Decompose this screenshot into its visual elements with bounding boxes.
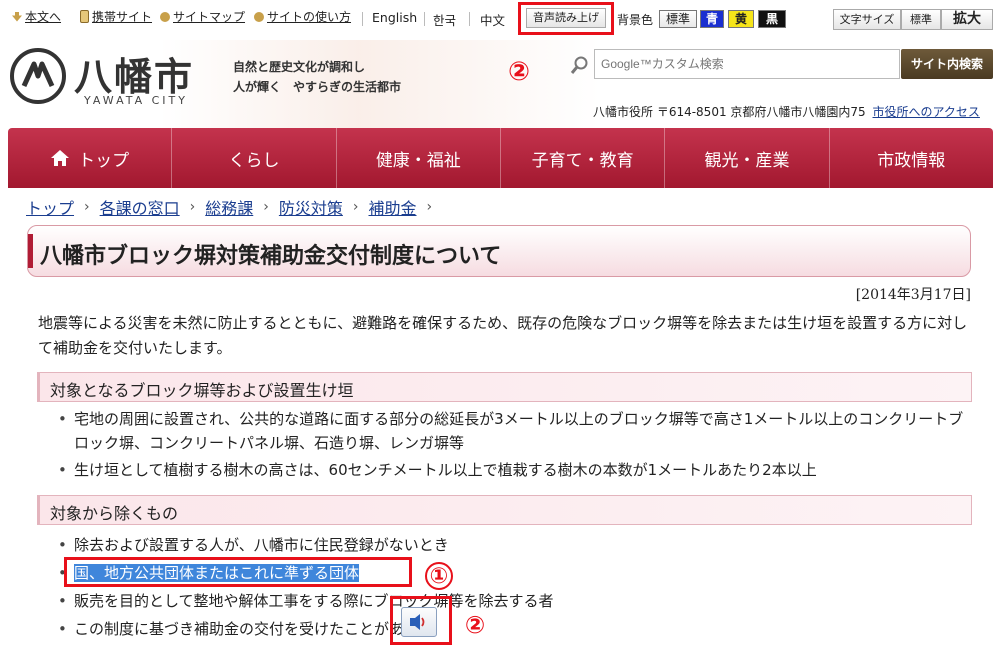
- breadcrumb-subsidy[interactable]: 補助金: [369, 195, 417, 219]
- highlight-box-selection: [64, 557, 412, 587]
- chevron-right-icon: ›: [263, 199, 269, 215]
- tagline: 自然と歴史文化が調和し 人が輝く やすらぎの生活都市: [233, 57, 401, 97]
- font-size-label: 文字サイズ: [833, 9, 901, 30]
- city-name: 八幡市: [74, 54, 195, 99]
- list-item: この制度に基づき補助金の交付を受けたことがある者: [56, 615, 971, 643]
- chevron-right-icon: ›: [426, 199, 433, 215]
- bg-color-label: 背景色: [617, 13, 654, 27]
- site-usage-link[interactable]: サイトの使い方: [254, 8, 351, 25]
- list-item: 販売を目的として整地や解体工事をする際にブロック塀等を除去する者: [56, 587, 971, 615]
- city-name-en: YAWATA CITY: [84, 94, 188, 107]
- address-line: 八幡市役所 〒614-8501 京都府八幡市八幡園内75 市役所へのアクセス: [593, 103, 980, 120]
- nav-label: トップ: [78, 150, 130, 171]
- list-item: 除去および設置する人が、八幡市に住民登録がないとき: [56, 531, 971, 559]
- divider: [362, 12, 363, 26]
- bg-blue-button[interactable]: 青: [700, 10, 724, 28]
- breadcrumb-departments[interactable]: 各課の窓口: [100, 195, 180, 219]
- sitemap-label: サイトマップ: [173, 10, 246, 24]
- search-icon: [570, 56, 588, 74]
- nav-living[interactable]: くらし: [172, 128, 337, 188]
- search-input[interactable]: [594, 49, 900, 79]
- access-link[interactable]: 市役所へのアクセス: [873, 105, 980, 119]
- sitemap-link[interactable]: サイトマップ: [160, 8, 245, 25]
- chevron-right-icon: ›: [352, 199, 359, 215]
- eligible-list: 宅地の周囲に設置され、公共的な道路に面する部分の総延長が3メートル以上のブロック…: [56, 407, 971, 482]
- nav-city-info[interactable]: 市政情報: [830, 128, 993, 188]
- breadcrumb-top[interactable]: トップ: [26, 195, 74, 219]
- site-usage-label: サイトの使い方: [267, 10, 352, 24]
- highlight-box-voice-button: [518, 2, 614, 35]
- divider: [469, 12, 470, 26]
- list-item: 生け垣として植樹する樹木の高さは、60センチメートル以上で植栽する樹木の本数が1…: [56, 458, 971, 482]
- lang-english-link[interactable]: English: [372, 10, 417, 25]
- bg-yellow-button[interactable]: 黄: [728, 10, 754, 28]
- publish-date: [2014年3月17日]: [855, 287, 971, 303]
- address-text: 八幡市役所 〒614-8501 京都府八幡市八幡園内75: [593, 105, 866, 119]
- excluded-list: 除去および設置する人が、八幡市に住民登録がないとき 国、地方公共団体またはこれに…: [56, 531, 971, 643]
- mobile-site-link[interactable]: 携帯サイト: [80, 8, 152, 25]
- bg-standard-button[interactable]: 標準: [659, 10, 697, 28]
- font-size-standard-button[interactable]: 標準: [901, 9, 941, 30]
- highlight-box-popup: [390, 596, 452, 645]
- down-arrow-icon: [12, 11, 22, 22]
- breadcrumb-disaster-prevention[interactable]: 防災対策: [279, 195, 343, 219]
- nav-top[interactable]: トップ: [8, 128, 173, 188]
- marker-two-popup: ②: [464, 611, 486, 639]
- nav-health-welfare[interactable]: 健康・福祉: [337, 128, 501, 188]
- home-icon: [51, 150, 70, 166]
- lang-korean-link[interactable]: 한국: [433, 10, 456, 29]
- skip-to-content-link[interactable]: 本文へ: [12, 8, 61, 25]
- mobile-site-label: 携帯サイト: [92, 10, 153, 24]
- lang-chinese-link[interactable]: 中文: [480, 10, 505, 29]
- page-title: 八幡市ブロック塀対策補助金交付制度について: [27, 225, 971, 277]
- nav-tourism-industry[interactable]: 観光・産業: [665, 128, 830, 188]
- skip-to-content-label: 本文へ: [25, 10, 62, 24]
- breadcrumb-general-affairs[interactable]: 総務課: [205, 195, 253, 219]
- nav-label: 子育て・教育: [531, 150, 634, 171]
- nav-label: 市政情報: [877, 150, 946, 171]
- section-heading-eligible: 対象となるブロック塀等および設置生け垣: [37, 372, 972, 402]
- breadcrumb: トップ › 各課の窓口 › 総務課 › 防災対策 › 補助金 ›: [26, 195, 432, 219]
- nav-childcare-education[interactable]: 子育て・教育: [501, 128, 666, 188]
- site-search-button[interactable]: サイト内検索: [901, 49, 993, 79]
- font-size-large-button[interactable]: 拡大: [941, 9, 993, 30]
- mobile-phone-icon: [80, 10, 89, 23]
- intro-text: 地震等による災害を未然に防止するとともに、避難路を確保するため、既存の危険なブロ…: [38, 314, 968, 357]
- marker-two: ②: [507, 57, 530, 87]
- bullet-icon: [160, 11, 170, 22]
- marker-one: ①: [425, 562, 453, 590]
- global-nav: トップ くらし 健康・福祉 子育て・教育 観光・産業 市政情報: [8, 128, 993, 188]
- nav-label: 健康・福祉: [375, 150, 461, 171]
- divider: [424, 12, 425, 26]
- section-heading-excluded: 対象から除くもの: [37, 495, 972, 525]
- chevron-right-icon: ›: [189, 199, 196, 215]
- chevron-right-icon: ›: [84, 199, 90, 215]
- list-item: 宅地の周囲に設置され、公共的な道路に面する部分の総延長が3メートル以上のブロック…: [56, 407, 971, 455]
- tagline-line: 自然と歴史文化が調和し: [233, 60, 366, 74]
- nav-label: 観光・産業: [704, 150, 790, 171]
- bg-black-button[interactable]: 黒: [758, 10, 786, 28]
- tagline-line: 人が輝く やすらぎの生活都市: [233, 80, 402, 94]
- bullet-icon: [254, 11, 264, 22]
- city-emblem-icon: [10, 48, 66, 104]
- nav-label: くらし: [228, 150, 280, 171]
